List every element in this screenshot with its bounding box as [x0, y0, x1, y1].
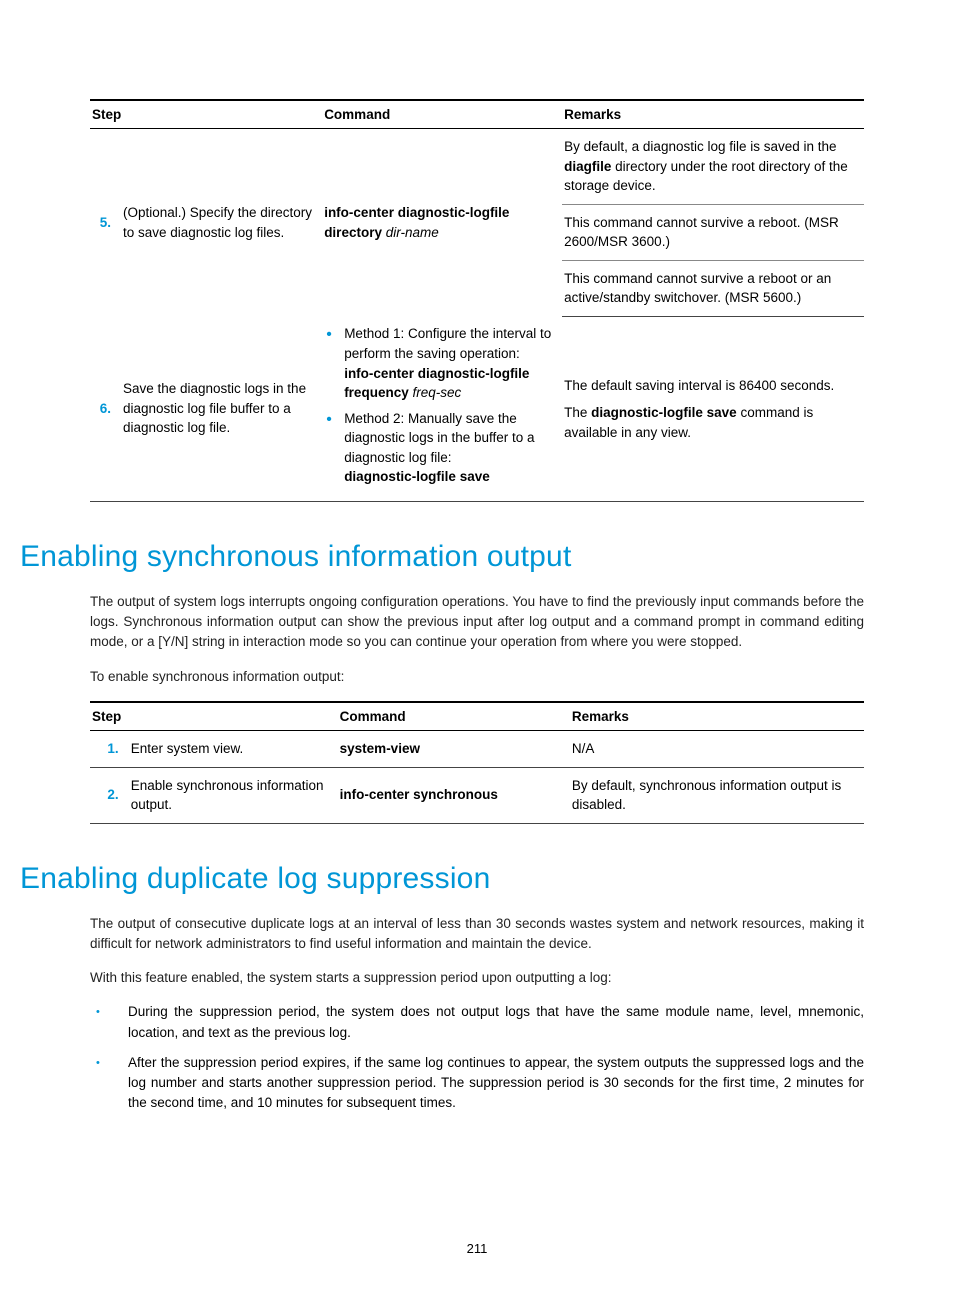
suppression-list: During the suppression period, the syste…	[90, 1002, 864, 1113]
step-remark: By default, synchronous information outp…	[570, 767, 864, 823]
method-item: Method 1: Configure the interval to perf…	[324, 324, 556, 402]
paragraph: The output of system logs interrupts ong…	[90, 592, 864, 653]
th-step: Step	[90, 100, 322, 129]
step-command: system-view	[338, 730, 570, 767]
step-remark: The default saving interval is 86400 sec…	[562, 316, 864, 501]
step-desc: Enter system view.	[129, 730, 338, 767]
page-number: 211	[0, 1241, 954, 1256]
paragraph: With this feature enabled, the system st…	[90, 968, 864, 988]
th-remarks: Remarks	[562, 100, 864, 129]
th-step: Step	[90, 702, 338, 731]
table-row: 5. (Optional.) Specify the directory to …	[90, 129, 864, 205]
section-heading-dup: Enabling duplicate log suppression	[20, 862, 864, 896]
table-row: 2. Enable synchronous information output…	[90, 767, 864, 823]
step-remark: This command cannot survive a reboot or …	[562, 260, 864, 316]
step-remark: This command cannot survive a reboot. (M…	[562, 204, 864, 260]
step-remark: N/A	[570, 730, 864, 767]
step-command: info-center synchronous	[338, 767, 570, 823]
diagnostic-log-table: Step Command Remarks 5. (Optional.) Spec…	[90, 99, 864, 502]
page-container: Step Command Remarks 5. (Optional.) Spec…	[0, 0, 954, 1296]
table-row: 6. Save the diagnostic logs in the diagn…	[90, 316, 864, 501]
list-item: During the suppression period, the syste…	[90, 1002, 864, 1043]
table-header-row: Step Command Remarks	[90, 100, 864, 129]
sync-output-table: Step Command Remarks 1. Enter system vie…	[90, 701, 864, 824]
list-item: After the suppression period expires, if…	[90, 1053, 864, 1114]
table-header-row: Step Command Remarks	[90, 702, 864, 731]
th-remarks: Remarks	[570, 702, 864, 731]
step-desc: Enable synchronous information output.	[129, 767, 338, 823]
paragraph: The output of consecutive duplicate logs…	[90, 914, 864, 955]
paragraph: To enable synchronous information output…	[90, 667, 864, 687]
th-command: Command	[322, 100, 562, 129]
step-desc: Save the diagnostic logs in the diagnost…	[121, 316, 322, 501]
step-command: info-center diagnostic-logfile directory…	[322, 129, 562, 317]
section-heading-sync: Enabling synchronous information output	[20, 540, 864, 574]
step-number: 5.	[90, 129, 121, 317]
method-item: Method 2: Manually save the diagnostic l…	[324, 409, 556, 487]
step-remark: By default, a diagnostic log file is sav…	[562, 129, 864, 205]
step-number: 1.	[90, 730, 129, 767]
step-desc: (Optional.) Specify the directory to sav…	[121, 129, 322, 317]
th-command: Command	[338, 702, 570, 731]
step-number: 2.	[90, 767, 129, 823]
step-number: 6.	[90, 316, 121, 501]
step-command: Method 1: Configure the interval to perf…	[322, 316, 562, 501]
table-row: 1. Enter system view. system-view N/A	[90, 730, 864, 767]
